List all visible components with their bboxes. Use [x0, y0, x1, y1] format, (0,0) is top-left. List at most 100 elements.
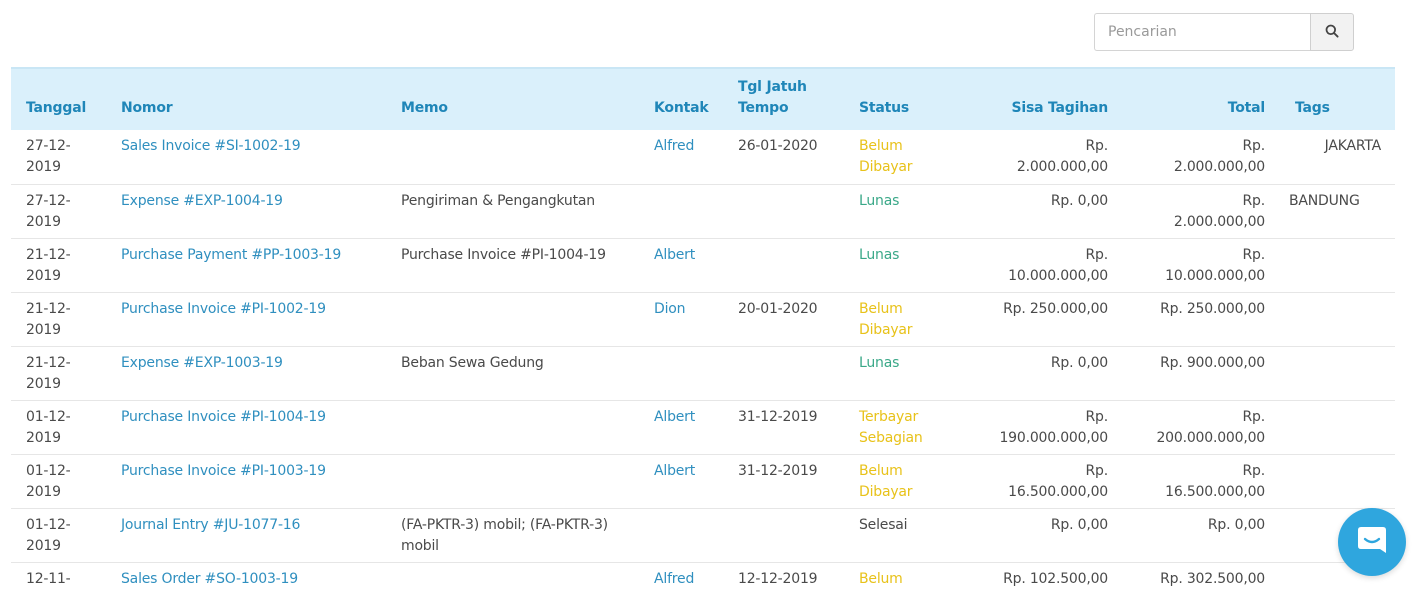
- header-row: Tanggal Nomor Memo Kontak Tgl Jatuh Temp…: [11, 68, 1395, 130]
- search-input[interactable]: [1094, 13, 1311, 51]
- tanggal-line1: 01-12-: [26, 516, 71, 533]
- table-row[interactable]: 01-12- 2019 Journal Entry #JU-1077-16 (FA-P…: [11, 508, 1395, 562]
- status-line1: Belum: [859, 300, 903, 317]
- cell-tanggal: 21-12- 2019: [11, 292, 113, 346]
- header-status[interactable]: Status: [851, 68, 961, 130]
- cell-memo: Beban Sewa Gedung: [401, 354, 544, 371]
- contact-link[interactable]: Albert: [654, 409, 695, 425]
- header-jatuh-tempo-line1: Tgl Jatuh: [738, 79, 807, 95]
- cell-tanggal: 27-12- 2019: [11, 184, 113, 238]
- cell-status: Lunas: [851, 238, 961, 292]
- cell-tanggal: 01-12- 2019: [11, 454, 113, 508]
- search-button[interactable]: [1310, 13, 1354, 51]
- contact-link[interactable]: Dion: [654, 301, 686, 317]
- cell-tanggal: 21-12- 2019: [11, 238, 113, 292]
- transactions-page: Tanggal Nomor Memo Kontak Tgl Jatuh Temp…: [0, 0, 1416, 593]
- tanggal-line2: 2019: [26, 213, 61, 230]
- cell-tags: JAKARTA: [1273, 130, 1395, 184]
- cell-sisa-tagihan: Rp. 0,00: [961, 508, 1116, 562]
- table-row[interactable]: 21-12- 2019 Purchase Invoice #PI-1002-19 Di…: [11, 292, 1395, 346]
- transaction-number-link[interactable]: Sales Invoice #SI-1002-19: [121, 138, 301, 154]
- header-memo[interactable]: Memo: [393, 68, 646, 130]
- cell-memo: [393, 562, 646, 593]
- cell-nomor: Expense #EXP-1003-19: [113, 346, 393, 400]
- cell-nomor: Purchase Invoice #PI-1002-19: [113, 292, 393, 346]
- cell-jatuh-tempo: [730, 184, 851, 238]
- table-row[interactable]: 21-12- 2019 Purchase Payment #PP-1003-19 Pu…: [11, 238, 1395, 292]
- cell-nomor: Purchase Invoice #PI-1004-19: [113, 400, 393, 454]
- status-line1: Belum: [859, 570, 903, 587]
- header-tags[interactable]: Tags: [1273, 68, 1395, 130]
- table-row[interactable]: 01-12- 2019 Purchase Invoice #PI-1004-19 Al…: [11, 400, 1395, 454]
- total-line1: Rp.: [1242, 408, 1266, 425]
- transaction-number-link[interactable]: Purchase Invoice #PI-1002-19: [121, 301, 326, 317]
- transactions-table: Tanggal Nomor Memo Kontak Tgl Jatuh Temp…: [11, 67, 1395, 593]
- transaction-number-link[interactable]: Journal Entry #JU-1077-16: [121, 517, 300, 533]
- cell-nomor: Purchase Invoice #PI-1003-19: [113, 454, 393, 508]
- cell-tags: [1273, 400, 1395, 454]
- transaction-number-link[interactable]: Purchase Payment #PP-1003-19: [121, 247, 341, 263]
- cell-tags: [1273, 292, 1395, 346]
- transaction-number-link[interactable]: Expense #EXP-1003-19: [121, 355, 283, 371]
- header-total[interactable]: Total: [1116, 68, 1273, 130]
- contact-link[interactable]: Albert: [654, 247, 695, 263]
- transaction-number-link[interactable]: Purchase Invoice #PI-1003-19: [121, 463, 326, 479]
- contact-link[interactable]: Alfred: [654, 138, 694, 154]
- tanggal-line2: 2019: [26, 483, 61, 500]
- table-row[interactable]: 21-12- 2019 Expense #EXP-1003-19 Beban Sewa…: [11, 346, 1395, 400]
- cell-sisa-tagihan: Rp. 10.000.000,00: [961, 238, 1116, 292]
- header-kontak[interactable]: Kontak: [646, 68, 730, 130]
- transaction-number-link[interactable]: Purchase Invoice #PI-1004-19: [121, 409, 326, 425]
- header-tanggal[interactable]: Tanggal: [11, 68, 113, 130]
- header-nomor[interactable]: Nomor: [113, 68, 393, 130]
- tanggal-line1: 21-12-: [26, 354, 71, 371]
- cell-total: Rp. 10.000.000,00: [1116, 238, 1273, 292]
- sisa-line1: Rp.: [1085, 408, 1109, 425]
- cell-tanggal: 27-12- 2019: [11, 130, 113, 184]
- cell-total: Rp. 200.000.000,00: [1116, 400, 1273, 454]
- cell-status: BelumDibayar: [851, 562, 961, 593]
- cell-memo: [393, 400, 646, 454]
- total-line2: 2.000.000,00: [1173, 159, 1265, 175]
- cell-sisa-tagihan: Rp. 102.500,00: [961, 562, 1116, 593]
- header-jatuh-tempo-line2: Tempo: [738, 100, 789, 116]
- table-row[interactable]: 27-12- 2019 Sales Invoice #SI-1002-19 Alfre…: [11, 130, 1395, 184]
- cell-kontak: Dion: [646, 292, 730, 346]
- contact-link[interactable]: Albert: [654, 463, 695, 479]
- chat-launcher-button[interactable]: [1338, 508, 1406, 576]
- cell-memo: Purchase Invoice #PI-1004-19: [401, 246, 606, 263]
- table-row[interactable]: 27-12- 2019 Expense #EXP-1004-19 Pengiriman…: [11, 184, 1395, 238]
- header-sisa-tagihan[interactable]: Sisa Tagihan: [961, 68, 1116, 130]
- search-box: [1094, 13, 1354, 51]
- total-line1: Rp.: [1242, 462, 1266, 479]
- cell-tags: BANDUNG: [1273, 184, 1395, 238]
- cell-jatuh-tempo: 26-01-2020: [738, 138, 818, 154]
- table-row[interactable]: 12-11-2019 Sales Order #SO-1003-19 Alfred 1…: [11, 562, 1395, 593]
- cell-nomor: Journal Entry #JU-1077-16: [113, 508, 393, 562]
- cell-sisa-tagihan: Rp. 0,00: [961, 184, 1116, 238]
- tag-label: BANDUNG: [1289, 192, 1360, 209]
- status-line1: Belum: [859, 138, 903, 154]
- cell-memo: (FA-PKTR-3) mobil; (FA-PKTR-3) mobil: [401, 516, 608, 554]
- cell-total: Rp. 900.000,00: [1116, 346, 1273, 400]
- tanggal-line1: 27-12-: [26, 192, 71, 209]
- transaction-number-link[interactable]: Sales Order #SO-1003-19: [121, 571, 298, 587]
- cell-kontak: Albert: [646, 454, 730, 508]
- table-row[interactable]: 01-12- 2019 Purchase Invoice #PI-1003-19 Al…: [11, 454, 1395, 508]
- cell-tags: [1273, 346, 1395, 400]
- status-line2: Dibayar: [859, 321, 913, 338]
- cell-memo: [393, 130, 646, 184]
- tanggal-line2: 2019: [26, 321, 61, 338]
- header-jatuh-tempo[interactable]: Tgl Jatuh Tempo: [730, 68, 851, 130]
- contact-link[interactable]: Alfred: [654, 571, 694, 587]
- cell-jatuh-tempo: 31-12-2019: [738, 462, 818, 479]
- tanggal-line2: 2019: [26, 267, 61, 284]
- cell-nomor: Sales Invoice #SI-1002-19: [113, 130, 393, 184]
- status-line1: Lunas: [859, 192, 900, 209]
- transaction-number-link[interactable]: Expense #EXP-1004-19: [121, 193, 283, 209]
- cell-status: Selesai: [851, 508, 961, 562]
- total-line1: Rp.: [1242, 192, 1266, 209]
- status-line1: Lunas: [859, 354, 900, 371]
- total-line1: Rp.: [1242, 138, 1266, 154]
- cell-tanggal: 21-12- 2019: [11, 346, 113, 400]
